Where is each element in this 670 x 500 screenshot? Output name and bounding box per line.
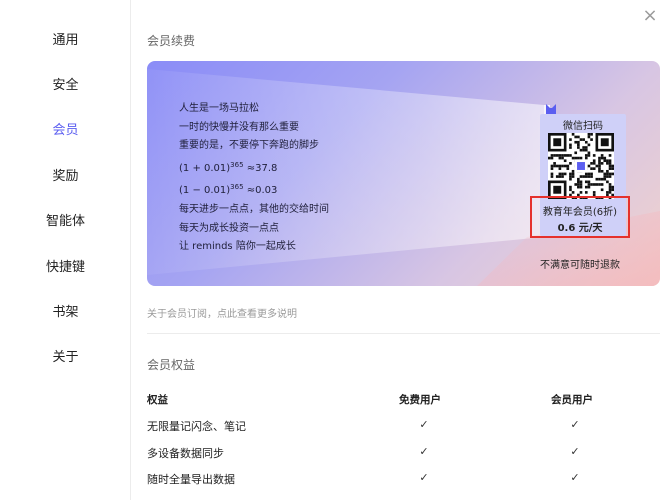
- sidebar-item-security[interactable]: 安全: [0, 76, 131, 96]
- quote-line: 一时的快慢并没有那么重要: [179, 121, 299, 133]
- table-header-free: 免费用户: [399, 394, 441, 406]
- quote-line: 重要的是，不要停下奔跑的脚步: [179, 140, 319, 152]
- check-icon: ✓: [570, 418, 580, 431]
- sidebar-item-rewards[interactable]: 奖励: [0, 167, 131, 187]
- quote-line: 人生是一场马拉松: [179, 103, 259, 114]
- quote-formula-decline: (1 − 0.01)365 ≈0.03: [179, 183, 278, 197]
- table-header-member: 会员用户: [551, 394, 593, 406]
- qr-title: 微信扫码: [563, 121, 603, 132]
- section-title-benefits: 会员权益: [147, 358, 196, 372]
- close-icon[interactable]: ×: [640, 6, 660, 26]
- benefit-name: 随时全量导出数据: [147, 473, 235, 486]
- qr-code-image: [548, 133, 614, 199]
- benefit-name: 无限量记闪念、笔记: [147, 420, 246, 433]
- wechat-qr-code[interactable]: [548, 133, 614, 199]
- settings-window: 通用 安全 会员 奖励 智能体 快捷键 书架 关于 × 会员续费 人生是一场马拉…: [0, 0, 670, 500]
- sidebar-item-agents[interactable]: 智能体: [0, 212, 131, 232]
- quote-line: 让 reminds 陪你一起成长: [179, 241, 296, 253]
- divider: [147, 333, 660, 334]
- sidebar-item-general[interactable]: 通用: [0, 31, 131, 51]
- check-icon: ✓: [570, 445, 580, 458]
- cat-ears-icon: [546, 104, 556, 114]
- motivation-quote: 人生是一场马拉松 一时的快慢并没有那么重要 重要的是，不要停下奔跑的脚步 (1 …: [179, 100, 329, 257]
- benefit-name: 多设备数据同步: [147, 447, 224, 460]
- quote-formula-growth: (1 + 0.01)365 ≈37.8: [179, 160, 278, 174]
- table-header-benefit: 权益: [147, 394, 168, 406]
- sidebar-item-about[interactable]: 关于: [0, 348, 131, 368]
- plan-name[interactable]: 教育年会员(6折): [530, 203, 630, 218]
- check-icon: ✓: [419, 445, 429, 458]
- sidebar-item-membership[interactable]: 会员: [0, 121, 131, 141]
- quote-line: 每天为成长投资一点点: [179, 222, 279, 234]
- subscription-info-link[interactable]: 关于会员订阅，点此查看更多说明: [147, 305, 297, 320]
- section-title-renewal: 会员续费: [147, 34, 196, 48]
- refund-note: 不满意可随时退款: [540, 260, 620, 271]
- check-icon: ✓: [419, 418, 429, 431]
- quote-line: 每天进步一点点，其他的交给时间: [179, 203, 329, 215]
- sidebar-item-shortcuts[interactable]: 快捷键: [0, 258, 131, 278]
- check-icon: ✓: [419, 471, 429, 484]
- check-icon: ✓: [570, 471, 580, 484]
- sidebar: 通用 安全 会员 奖励 智能体 快捷键 书架 关于: [0, 0, 131, 500]
- plan-price: 0.6 元/天: [557, 223, 603, 234]
- sidebar-item-bookshelf[interactable]: 书架: [0, 303, 131, 323]
